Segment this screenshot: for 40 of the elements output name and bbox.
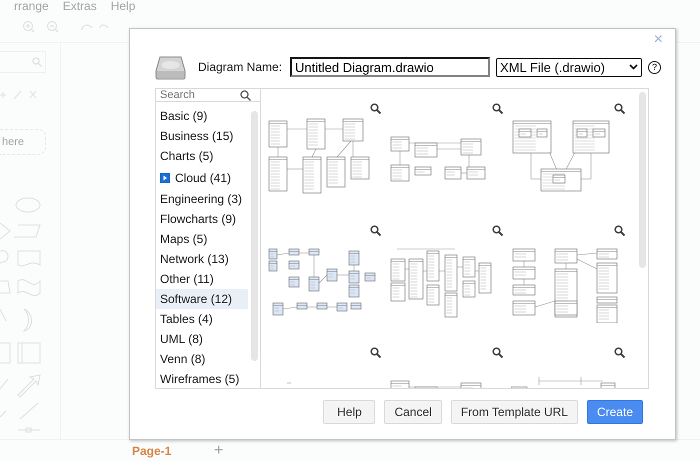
shape-palette-drawing[interactable] (0, 197, 42, 433)
category-item[interactable]: UML (8) (156, 329, 248, 349)
zoom-icon[interactable] (370, 103, 381, 114)
category-item[interactable]: Tables (4) (156, 309, 248, 329)
cloud-category-icon (160, 172, 170, 182)
dialog-button[interactable]: From Template URL (450, 400, 578, 424)
search-icon (240, 90, 251, 100)
zoom-icon[interactable] (492, 103, 503, 114)
zoom-icon[interactable] (492, 347, 503, 358)
search-icon (32, 57, 42, 67)
category-item[interactable]: Maps (5) (156, 229, 248, 249)
category-item[interactable]: Basic (9) (156, 106, 248, 126)
category-item[interactable]: Engineering (3) (156, 189, 248, 209)
category-item[interactable]: Venn (8) (156, 349, 248, 369)
category-item[interactable]: Cloud (41) (156, 166, 248, 189)
category-item[interactable]: Network (13) (156, 249, 248, 269)
category-item[interactable]: Other (11) (156, 269, 248, 289)
category-item[interactable]: Flowcharts (9) (156, 209, 248, 229)
shape-search-field[interactable] (0, 51, 46, 73)
category-item[interactable]: Charts (5) (156, 146, 248, 166)
category-item[interactable]: Wireframes (5) (156, 369, 248, 389)
category-item[interactable]: Business (15) (156, 126, 248, 146)
chevron-down-icon (629, 64, 638, 70)
zoom-icon[interactable] (614, 347, 625, 358)
zoom-icon[interactable] (614, 103, 625, 114)
dialog-button[interactable]: Help (323, 400, 376, 424)
scrollbar[interactable] (639, 92, 646, 268)
scrollbar[interactable] (251, 111, 258, 361)
scratchpad-hint: here (1, 136, 24, 148)
drive-icon (155, 54, 186, 80)
diagram-name-label: Diagram Name: (198, 60, 282, 74)
dialog-button[interactable]: Cancel (384, 400, 442, 424)
zoom-icon[interactable] (492, 225, 503, 236)
zoom-icon[interactable] (614, 225, 625, 236)
diagram-name-field[interactable]: Untitled Diagram.drawio (290, 57, 490, 77)
zoom-icon[interactable] (370, 347, 381, 358)
category-item[interactable]: Software (12) (156, 289, 248, 309)
zoom-icon[interactable] (370, 225, 381, 236)
help-link[interactable]: ? (648, 60, 662, 74)
format-dropdown[interactable]: XML File (.drawio) (496, 58, 642, 76)
